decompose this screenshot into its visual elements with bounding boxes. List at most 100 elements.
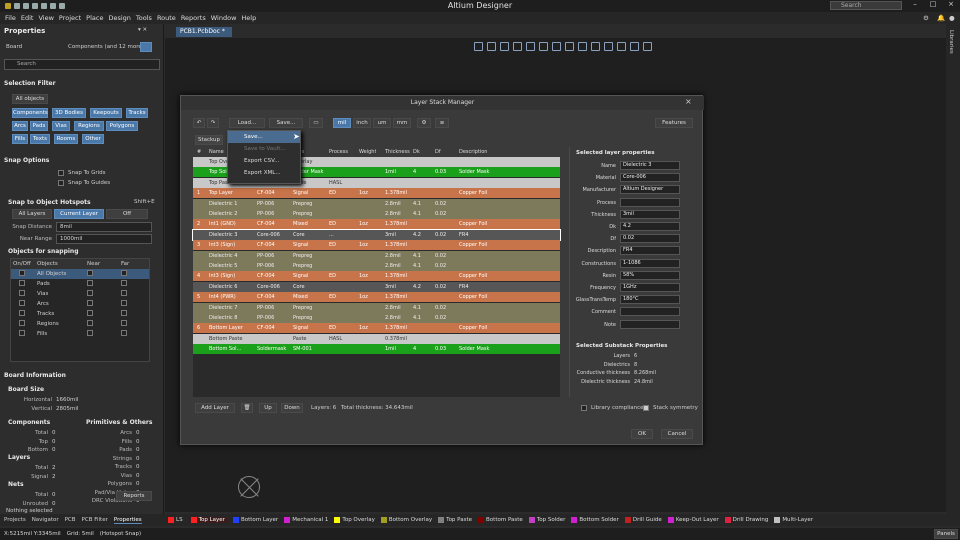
load-button[interactable]: Load...: [229, 118, 265, 128]
menu-route[interactable]: Route: [157, 14, 176, 22]
select-icon[interactable]: [500, 41, 509, 51]
filter-rooms[interactable]: Rooms: [54, 134, 78, 144]
layer-tab[interactable]: Multi-Layer: [774, 517, 813, 523]
close-icon[interactable]: ×: [942, 0, 960, 11]
layer-tab[interactable]: Top Layer: [188, 517, 227, 523]
save-button[interactable]: Save...: [269, 118, 303, 128]
stackup-row[interactable]: Dielectric 3 Core-006 Core... 3mil 4.2 0.02 FR…: [192, 228, 561, 241]
settings-icon[interactable]: ⚙: [923, 14, 929, 22]
grid-col-header[interactable]: Thickness: [385, 147, 410, 157]
snap-onoff-checkbox[interactable]: [11, 300, 37, 308]
menu-export-csv[interactable]: Export CSV...: [228, 155, 300, 167]
pad-icon[interactable]: [578, 41, 587, 51]
up-button[interactable]: Up: [259, 403, 277, 413]
menu-reports[interactable]: Reports: [181, 14, 206, 22]
prop-field[interactable]: 3mil: [620, 209, 680, 219]
prop-field[interactable]: Core-006: [620, 173, 680, 183]
align-icon[interactable]: [513, 41, 522, 51]
settings-icon[interactable]: ⚙: [417, 118, 431, 128]
stackup-row[interactable]: 4 Int3 (Sign) CF-004 Signal ED 1oz 1.378mil Cop…: [193, 271, 560, 282]
near-range-input[interactable]: 1000mil: [56, 234, 152, 244]
stackup-row[interactable]: 2 Int1 (GND) CF-004 Mixed ED 1oz 1.378mil Coppe…: [193, 219, 560, 230]
snap-far-checkbox[interactable]: [121, 300, 127, 308]
filter-tracks[interactable]: Tracks: [126, 108, 148, 118]
selection-filter-header[interactable]: Selection Filter: [4, 80, 56, 87]
stackup-row[interactable]: Bottom Sol... Soldermask SM-001 1mil 4 0.03 So…: [193, 344, 560, 355]
grid-col-header[interactable]: Name: [209, 147, 224, 157]
stackup-row[interactable]: Dielectric 7 PP-006 Prepreg 2.8mil 4.1 0.02: [193, 302, 560, 313]
stackup-row[interactable]: Dielectric 4 PP-006 Prepreg 2.8mil 4.1 0.02: [193, 250, 560, 261]
snap-far-checkbox[interactable]: [121, 310, 127, 318]
dimension-icon[interactable]: [617, 41, 626, 51]
diff-pair-icon[interactable]: [552, 41, 561, 51]
notifications-icon[interactable]: 🔔: [937, 14, 945, 22]
unit-um[interactable]: um: [373, 118, 391, 128]
libraries-tab[interactable]: Libraries: [948, 30, 954, 54]
filter-arcs[interactable]: Arcs: [12, 121, 28, 131]
tab-pcb1[interactable]: PCB1.PcbDoc *: [176, 27, 232, 37]
filter-pads[interactable]: Pads: [30, 121, 48, 131]
grid-col-header[interactable]: Process: [329, 147, 348, 157]
layer-tab[interactable]: Drill Guide: [624, 517, 662, 523]
stackup-row[interactable]: Bottom Paste Paste HASL 0.378mil: [193, 333, 560, 344]
menu-view[interactable]: View: [38, 14, 53, 22]
snap-onoff-checkbox[interactable]: [11, 310, 37, 318]
snap-onoff-checkbox[interactable]: [11, 330, 37, 338]
prop-field[interactable]: 0.02: [620, 234, 680, 244]
snap-near-checkbox[interactable]: [87, 300, 121, 308]
snap-near-checkbox[interactable]: [87, 330, 121, 338]
panel-tab[interactable]: Navigator: [32, 517, 59, 523]
reports-button[interactable]: Reports: [116, 491, 152, 501]
layer-tab[interactable]: Top Overlay: [334, 517, 375, 523]
add-layer-button[interactable]: Add Layer: [195, 403, 235, 413]
snap-options-header[interactable]: Snap Options: [4, 157, 49, 164]
menu-window[interactable]: Window: [211, 14, 237, 22]
filter-components[interactable]: Components: [12, 108, 48, 118]
menu-project[interactable]: Project: [59, 14, 81, 22]
filter-keepouts[interactable]: Keepouts: [90, 108, 122, 118]
menu-edit[interactable]: Edit: [21, 14, 34, 22]
properties-search-input[interactable]: Search: [4, 59, 160, 70]
grid-col-header[interactable]: Weight: [359, 147, 376, 157]
route-icon[interactable]: [539, 41, 548, 51]
ok-button[interactable]: OK: [631, 429, 653, 439]
tab-stackup[interactable]: Stackup: [195, 135, 223, 145]
snap-far-checkbox[interactable]: [121, 330, 127, 338]
snap-near-checkbox[interactable]: [87, 270, 121, 278]
menu-help[interactable]: Help: [241, 14, 256, 22]
text-icon[interactable]: [630, 41, 639, 51]
menu-save[interactable]: Save...: [228, 131, 300, 143]
layer-tab[interactable]: Bottom Layer: [232, 517, 278, 523]
snap-row[interactable]: Arcs: [11, 299, 149, 309]
layer-tab[interactable]: Top Paste: [438, 517, 472, 523]
minimize-icon[interactable]: –: [906, 0, 924, 11]
component-icon[interactable]: [526, 41, 535, 51]
stackup-row[interactable]: Dielectric 5 PP-006 Prepreg 2.8mil 4.1 0.02: [193, 261, 560, 271]
board-information-header[interactable]: Board Information: [4, 372, 66, 379]
user-icon[interactable]: ●: [949, 14, 955, 22]
maximize-icon[interactable]: □: [924, 0, 942, 11]
prop-field[interactable]: [620, 197, 680, 207]
snap-distance-select[interactable]: 8mil: [56, 222, 152, 232]
unit-inch[interactable]: inch: [353, 118, 371, 128]
grid-col-header[interactable]: #: [197, 147, 201, 157]
undo-icon[interactable]: ↶: [193, 118, 205, 128]
delete-layer-icon[interactable]: 🗑: [241, 403, 253, 413]
stackup-row[interactable]: 1 Top Layer CF-004 Signal ED 1oz 1.378mil Coppe…: [193, 188, 560, 199]
snap-onoff-checkbox[interactable]: [11, 320, 37, 328]
filter-vias[interactable]: Vias: [52, 121, 70, 131]
features-button[interactable]: Features: [655, 118, 693, 128]
prop-field[interactable]: FR4: [620, 246, 680, 256]
snap-near-checkbox[interactable]: [87, 320, 121, 328]
snap-far-checkbox[interactable]: [121, 290, 127, 298]
snap-to-guides-checkbox[interactable]: Snap To Guides: [58, 180, 110, 186]
snap-row[interactable]: All Objects: [11, 269, 149, 279]
snap-onoff-checkbox[interactable]: [11, 280, 37, 288]
snap-row[interactable]: Vias: [11, 289, 149, 299]
menu-design[interactable]: Design: [108, 14, 130, 22]
off-tab[interactable]: Off: [106, 209, 148, 219]
layer-tab[interactable]: Keep-Out Layer: [667, 517, 719, 523]
layer-tab[interactable]: Top Solder: [528, 517, 565, 523]
prop-field[interactable]: Dielectric 3: [620, 161, 680, 170]
filter-icon[interactable]: [140, 42, 152, 52]
